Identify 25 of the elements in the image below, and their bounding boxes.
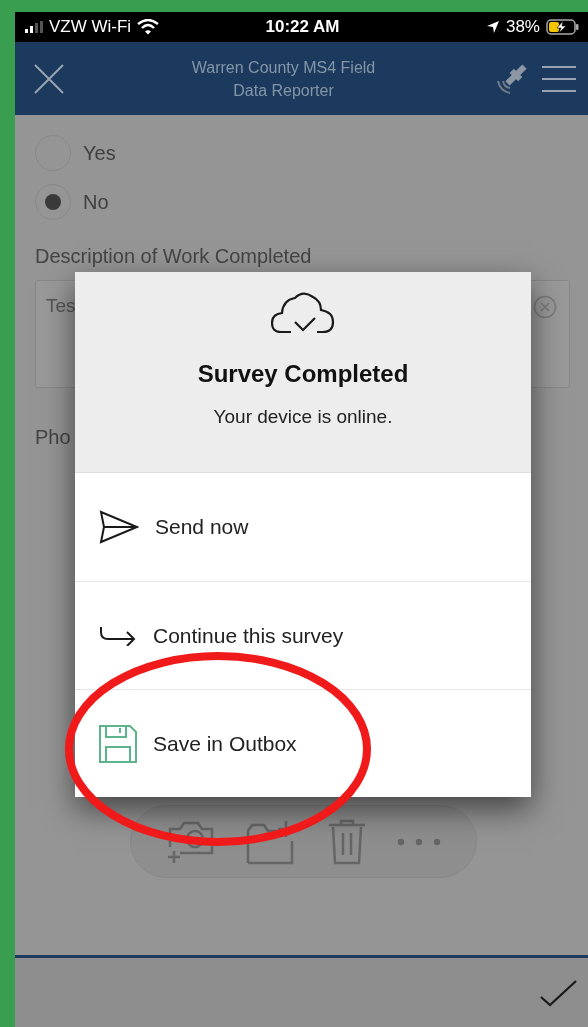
more-icon[interactable]	[396, 837, 441, 846]
dialog-action[interactable]: Send now	[75, 473, 531, 581]
dialog-message: Your device is online.	[213, 406, 393, 428]
battery-charging-icon	[546, 19, 580, 35]
wifi-icon	[137, 19, 160, 35]
dialog-action[interactable]: Continue this survey	[75, 581, 531, 689]
paper-plane-icon	[99, 510, 139, 544]
return-arrow-icon	[99, 625, 137, 646]
trash-icon[interactable]	[326, 818, 367, 865]
signal-icon	[25, 21, 43, 33]
battery-percent-text: 38%	[505, 17, 540, 37]
option-label: No	[83, 190, 109, 214]
close-icon[interactable]	[33, 62, 65, 95]
clear-icon[interactable]	[533, 295, 557, 319]
clock-text: 10:22 AM	[265, 17, 340, 37]
app-title: Warren County MS4 Field Data Reporter	[190, 57, 377, 101]
cloud-check-icon	[271, 292, 335, 334]
menu-icon[interactable]	[542, 64, 576, 93]
option-label: Yes	[83, 141, 116, 165]
dialog-title: Survey Completed	[197, 360, 409, 388]
field-label: Description of Work Completed	[35, 245, 312, 268]
checkmark-icon[interactable]	[540, 978, 578, 1007]
location-arrow-icon	[485, 20, 500, 34]
carrier-text: VZW Wi-Fi	[49, 17, 132, 37]
field-label: Pho	[35, 426, 71, 449]
